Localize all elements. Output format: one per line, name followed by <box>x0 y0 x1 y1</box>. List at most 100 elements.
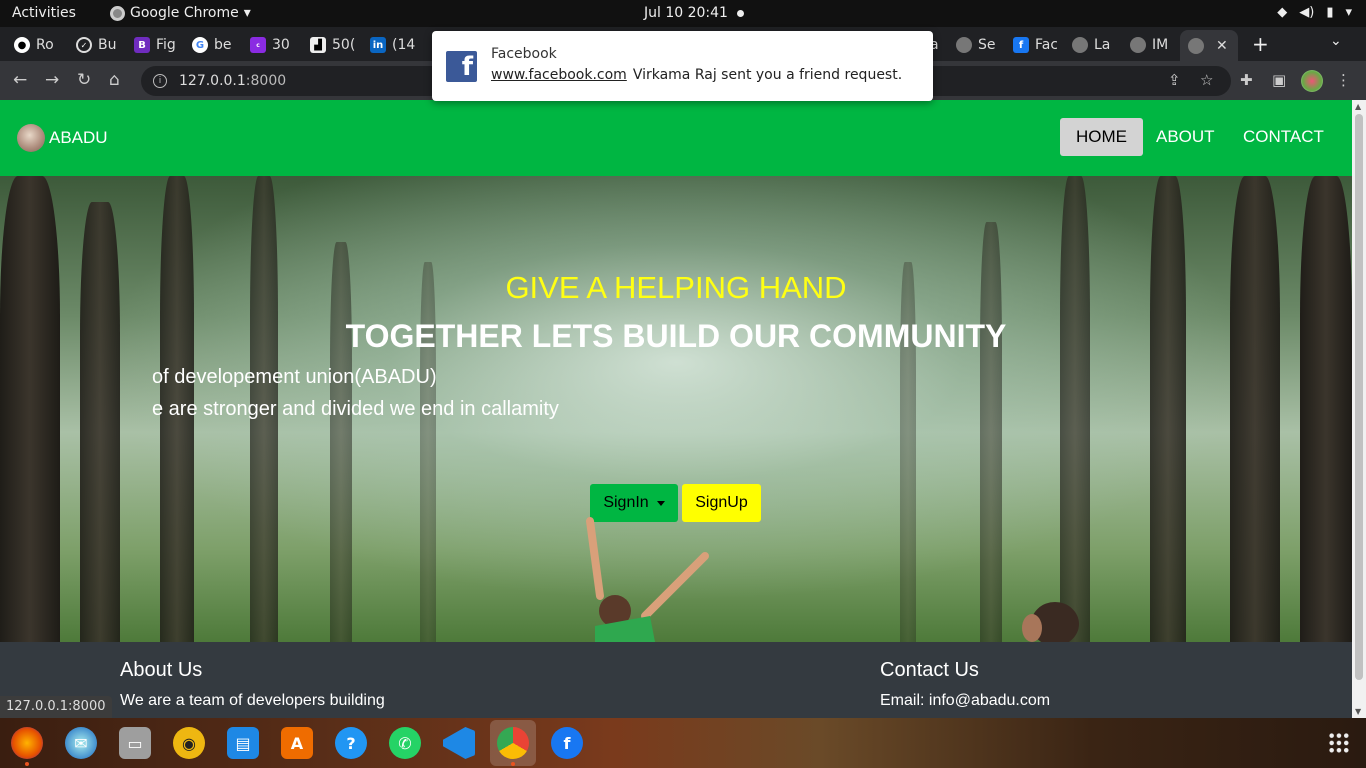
tab-label: Bu <box>98 37 117 53</box>
bootstrap-icon: B <box>134 37 150 53</box>
tree-trunk <box>0 176 60 642</box>
scroll-down-arrow-icon[interactable]: ▼ <box>1355 707 1361 716</box>
software-center-icon[interactable]: A <box>281 727 313 759</box>
share-icon[interactable]: ⇪ <box>1168 71 1181 89</box>
battery-icon: ▮ <box>1326 5 1334 20</box>
tab-label: Fac <box>1035 37 1057 53</box>
extensions-puzzle-icon[interactable]: ✚ <box>1240 71 1253 89</box>
chrome-icon <box>110 5 125 21</box>
writer-icon[interactable]: ▤ <box>227 727 259 759</box>
notification-message: Virkama Raj sent you a friend request. <box>632 67 903 83</box>
hero-subtitle: GIVE A HELPING HAND <box>505 270 847 305</box>
new-tab-button[interactable]: + <box>1252 32 1269 56</box>
nav-home-link[interactable]: HOME <box>1060 118 1143 156</box>
tab-label: 30 <box>272 37 290 53</box>
notification-dot-icon <box>737 10 744 17</box>
show-applications-icon[interactable] <box>1328 732 1350 754</box>
tab-label: IM <box>1152 37 1169 53</box>
side-panel-icon[interactable]: ▣ <box>1272 71 1286 89</box>
vscode-icon[interactable] <box>443 727 475 759</box>
browser-tab[interactable]: Se <box>956 32 1000 58</box>
files-icon[interactable]: ▭ <box>119 727 151 759</box>
tab-label: La <box>1094 37 1111 53</box>
link-status-bubble: 127.0.0.1:8000 <box>0 696 112 718</box>
scrollbar-thumb[interactable] <box>1355 114 1363 680</box>
app-menu[interactable]: Google Chrome ▾ <box>110 5 251 21</box>
facebook-notification[interactable]: f Facebook www.facebook.com Virkama Raj s… <box>432 31 933 101</box>
activities-button[interactable]: Activities <box>12 5 76 21</box>
nav-contact-link[interactable]: CONTACT <box>1227 118 1340 156</box>
home-icon[interactable]: ⌂ <box>109 70 120 90</box>
linkedin-icon: in <box>370 37 386 53</box>
browser-tab[interactable]: ● Ro <box>14 32 58 58</box>
notification-site: www.facebook.com <box>491 67 627 83</box>
site-brand[interactable]: ABADU <box>17 124 108 152</box>
site-footer: About Us We are a team of developers bui… <box>0 642 1352 718</box>
profile-avatar[interactable] <box>1301 70 1323 92</box>
tab-search-chevron-icon[interactable]: ⌄ <box>1330 33 1342 49</box>
globe-icon <box>1188 37 1204 54</box>
forward-arrow-icon[interactable]: → <box>45 70 59 90</box>
tree-trunk <box>1300 176 1352 642</box>
child-raising-arms-image <box>586 517 709 642</box>
scroll-up-arrow-icon[interactable]: ▲ <box>1355 102 1361 111</box>
browser-tab[interactable]: ▟ 50( <box>310 32 356 58</box>
web-page: ABADU HOME ABOUT CONTACT GIVE A HELPING … <box>0 100 1352 718</box>
wifi-icon: ◆ <box>1277 5 1288 20</box>
app-menu-label: Google Chrome <box>130 5 239 21</box>
tab-label: Fig <box>156 37 176 53</box>
hero-headline: TOGETHER LETS BUILD OUR COMMUNITY <box>345 318 1007 354</box>
system-tray[interactable]: ◆ ◀) ▮ ▾ <box>1277 5 1352 20</box>
help-icon[interactable]: ? <box>335 727 367 759</box>
notification-title: Facebook <box>491 46 557 62</box>
browser-tab[interactable]: ✓ Bu <box>76 32 120 58</box>
nav-about-link[interactable]: ABOUT <box>1140 118 1231 156</box>
url-host: 127.0.0.1 <box>179 73 246 89</box>
kebab-menu-icon[interactable]: ⋮ <box>1336 71 1351 89</box>
browser-tab[interactable]: B Fig <box>134 32 178 58</box>
facebook-icon[interactable]: f <box>551 727 583 759</box>
tab-label: Ro <box>36 37 54 53</box>
page-scrollbar[interactable]: ▲ ▼ <box>1352 100 1366 718</box>
browser-tab[interactable]: in (14 <box>370 32 416 58</box>
brand-name: ABADU <box>49 128 108 147</box>
browser-tab[interactable]: f Fac <box>1013 32 1057 58</box>
chrome-icon[interactable] <box>497 727 529 766</box>
firefox-icon[interactable] <box>11 727 43 766</box>
tab-close-icon[interactable]: ✕ <box>1216 38 1228 54</box>
browser-tab[interactable]: c 30 <box>250 32 296 58</box>
tree-trunk <box>1230 176 1280 642</box>
clock[interactable]: Jul 10 20:41 <box>644 5 728 21</box>
child-looking-up-image <box>1022 602 1079 642</box>
hero-text-line-1: of developement union(ABADU) <box>152 366 437 388</box>
caret-down-icon <box>656 500 665 506</box>
hero-text-line-2: e are stronger and divided we end in cal… <box>152 398 559 420</box>
signin-label: SignIn <box>603 494 649 511</box>
bookmark-star-icon[interactable]: ☆ <box>1200 71 1213 89</box>
active-browser-tab[interactable]: ✕ <box>1180 30 1238 61</box>
reload-icon[interactable]: ↻ <box>77 70 91 90</box>
system-top-bar: Activities Google Chrome ▾ Jul 10 20:41 … <box>0 0 1366 27</box>
circle-check-icon: ✓ <box>76 37 92 53</box>
globe-icon <box>956 37 972 53</box>
browser-tab[interactable]: G be <box>192 32 236 58</box>
contact-email: Email: info@abadu.com <box>880 692 1051 709</box>
thunderbird-icon[interactable]: ✉ <box>65 727 97 759</box>
browser-tab[interactable]: La <box>1072 32 1116 58</box>
site-info-icon[interactable]: i <box>153 74 167 88</box>
contact-us-heading: Contact Us <box>880 659 979 681</box>
whatsapp-icon[interactable]: ✆ <box>389 727 421 759</box>
about-us-heading: About Us <box>120 659 203 681</box>
url-port: :8000 <box>245 73 287 89</box>
facebook-icon: f <box>1013 37 1029 53</box>
hero-section: GIVE A HELPING HAND TOGETHER LETS BUILD … <box>0 176 1352 642</box>
tree-trunk <box>1150 176 1186 642</box>
globe-icon <box>1072 37 1088 53</box>
site-navbar: ABADU HOME ABOUT CONTACT <box>0 100 1352 176</box>
back-arrow-icon[interactable]: ← <box>13 70 27 90</box>
browser-tab[interactable]: IM <box>1130 32 1174 58</box>
globe-icon <box>1130 37 1146 53</box>
chevron-down-icon: ▾ <box>1345 5 1352 20</box>
tab-label: 50( <box>332 37 356 53</box>
rhythmbox-icon[interactable]: ◉ <box>173 727 205 759</box>
